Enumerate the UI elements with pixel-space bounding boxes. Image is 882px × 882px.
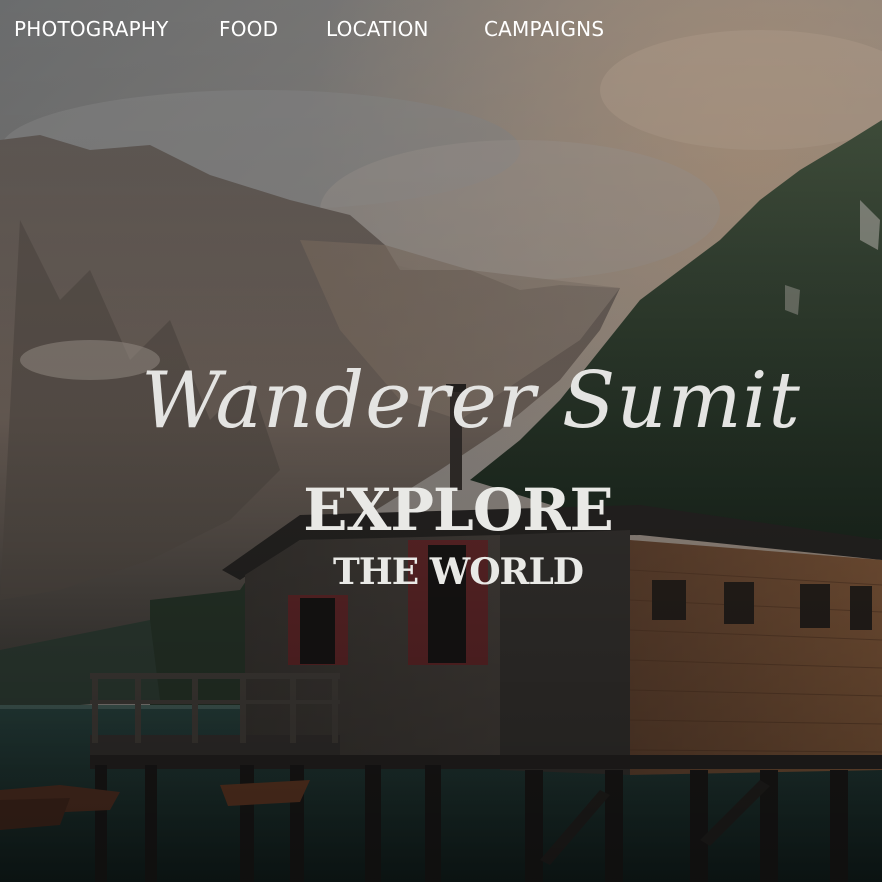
hero-headline: EXPLORE [303, 476, 614, 544]
top-navigation: PHOTOGRAPHY FOOD LOCATION CAMPAIGNS [0, 0, 882, 60]
nav-link-campaigns[interactable]: CAMPAIGNS [484, 16, 604, 42]
hero-subheadline: THE WORLD [332, 551, 584, 593]
nav-link-location[interactable]: LOCATION [326, 16, 429, 42]
nav-link-photography[interactable]: PHOTOGRAPHY [14, 16, 169, 42]
nav-link-food[interactable]: FOOD [219, 16, 278, 42]
site-title-script: Wanderer Sumit [141, 356, 801, 446]
hero-section: PHOTOGRAPHY FOOD LOCATION CAMPAIGNS Wand… [0, 0, 882, 882]
